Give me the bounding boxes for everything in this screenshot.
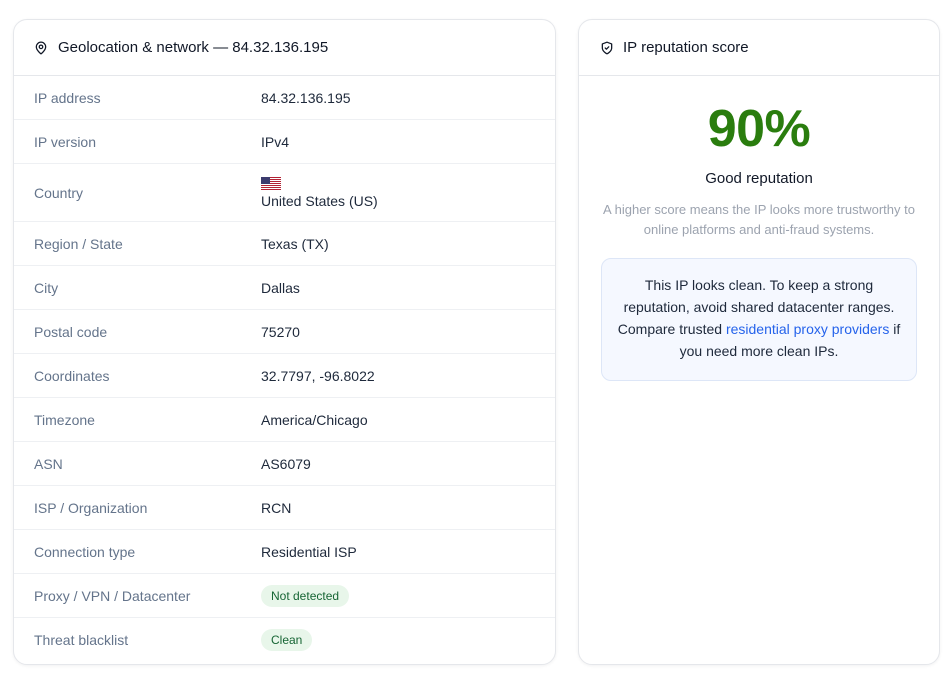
map-pin-icon	[35, 41, 47, 54]
table-row: IP address 84.32.136.195	[14, 76, 555, 120]
score-section: 90% Good reputation A higher score means…	[579, 103, 939, 240]
row-label: Threat blacklist	[34, 632, 129, 648]
us-flag-icon	[261, 176, 281, 190]
table-row: Coordinates 32.7797, -96.8022	[14, 354, 555, 398]
row-label: Proxy / VPN / Datacenter	[34, 587, 191, 604]
table-row: Proxy / VPN / Datacenter Not detected	[14, 574, 555, 618]
row-value: AS6079	[261, 455, 311, 472]
row-value: Dallas	[261, 279, 300, 296]
row-value: 75270	[261, 323, 300, 340]
reputation-score: 90%	[707, 100, 811, 158]
row-value: IPv4	[261, 133, 290, 150]
table-row: Connection type Residential ISP	[14, 530, 555, 574]
row-label: Timezone	[34, 411, 95, 428]
table-row: IP version IPv4	[14, 120, 555, 164]
country-value: United States (US)	[261, 176, 378, 209]
row-value: RCN	[261, 499, 292, 516]
score-description: A higher score means the IP looks more t…	[603, 202, 915, 237]
row-label: IP address	[34, 89, 101, 106]
residential-proxy-link[interactable]: residential proxy providers	[726, 321, 889, 337]
geolocation-title: Geolocation & network — 84.32.136.195	[58, 39, 329, 56]
row-label: Connection type	[34, 543, 136, 560]
table-row: Timezone America/Chicago	[14, 398, 555, 442]
table-row: City Dallas	[14, 266, 555, 310]
table-row: Threat blacklist Clean	[14, 618, 555, 662]
status-badge: Clean	[261, 629, 313, 651]
geolocation-header: Geolocation & network — 84.32.136.195	[14, 20, 555, 76]
row-value: United States (US)	[261, 192, 378, 209]
row-label: Country	[34, 184, 84, 201]
geolocation-card: Geolocation & network — 84.32.136.195 IP…	[13, 19, 556, 665]
table-row: Region / State Texas (TX)	[14, 222, 555, 266]
table-row: ASN AS6079	[14, 442, 555, 486]
score-label: Good reputation	[705, 170, 813, 187]
table-row: ISP / Organization RCN	[14, 486, 555, 530]
row-label: Postal code	[34, 323, 108, 340]
row-label: City	[34, 279, 59, 296]
row-label: Coordinates	[34, 367, 110, 384]
row-value: Texas (TX)	[261, 235, 329, 252]
reputation-note: This IP looks clean. To keep a strong re…	[601, 258, 917, 381]
geo-table: IP address 84.32.136.195 IP version IPv4…	[14, 76, 555, 662]
table-row: Country United States (US)	[14, 164, 555, 222]
row-label: ASN	[34, 455, 63, 472]
proxy-status-cell: Not detected	[261, 584, 350, 607]
row-label: IP version	[34, 133, 96, 150]
row-value: 84.32.136.195	[261, 89, 351, 106]
row-label: Region / State	[34, 235, 123, 252]
reputation-card: IP reputation score 90% Good reputation …	[578, 19, 940, 665]
row-value: Residential ISP	[261, 543, 357, 560]
shield-check-icon	[601, 41, 613, 54]
table-row: Postal code 75270	[14, 310, 555, 354]
blacklist-status-cell: Clean	[261, 629, 313, 651]
reputation-header: IP reputation score	[579, 20, 939, 76]
row-value: 32.7797, -96.8022	[261, 367, 375, 384]
status-badge: Not detected	[261, 584, 350, 607]
reputation-title: IP reputation score	[623, 39, 749, 56]
row-label: ISP / Organization	[34, 499, 148, 516]
row-value: America/Chicago	[261, 411, 368, 428]
